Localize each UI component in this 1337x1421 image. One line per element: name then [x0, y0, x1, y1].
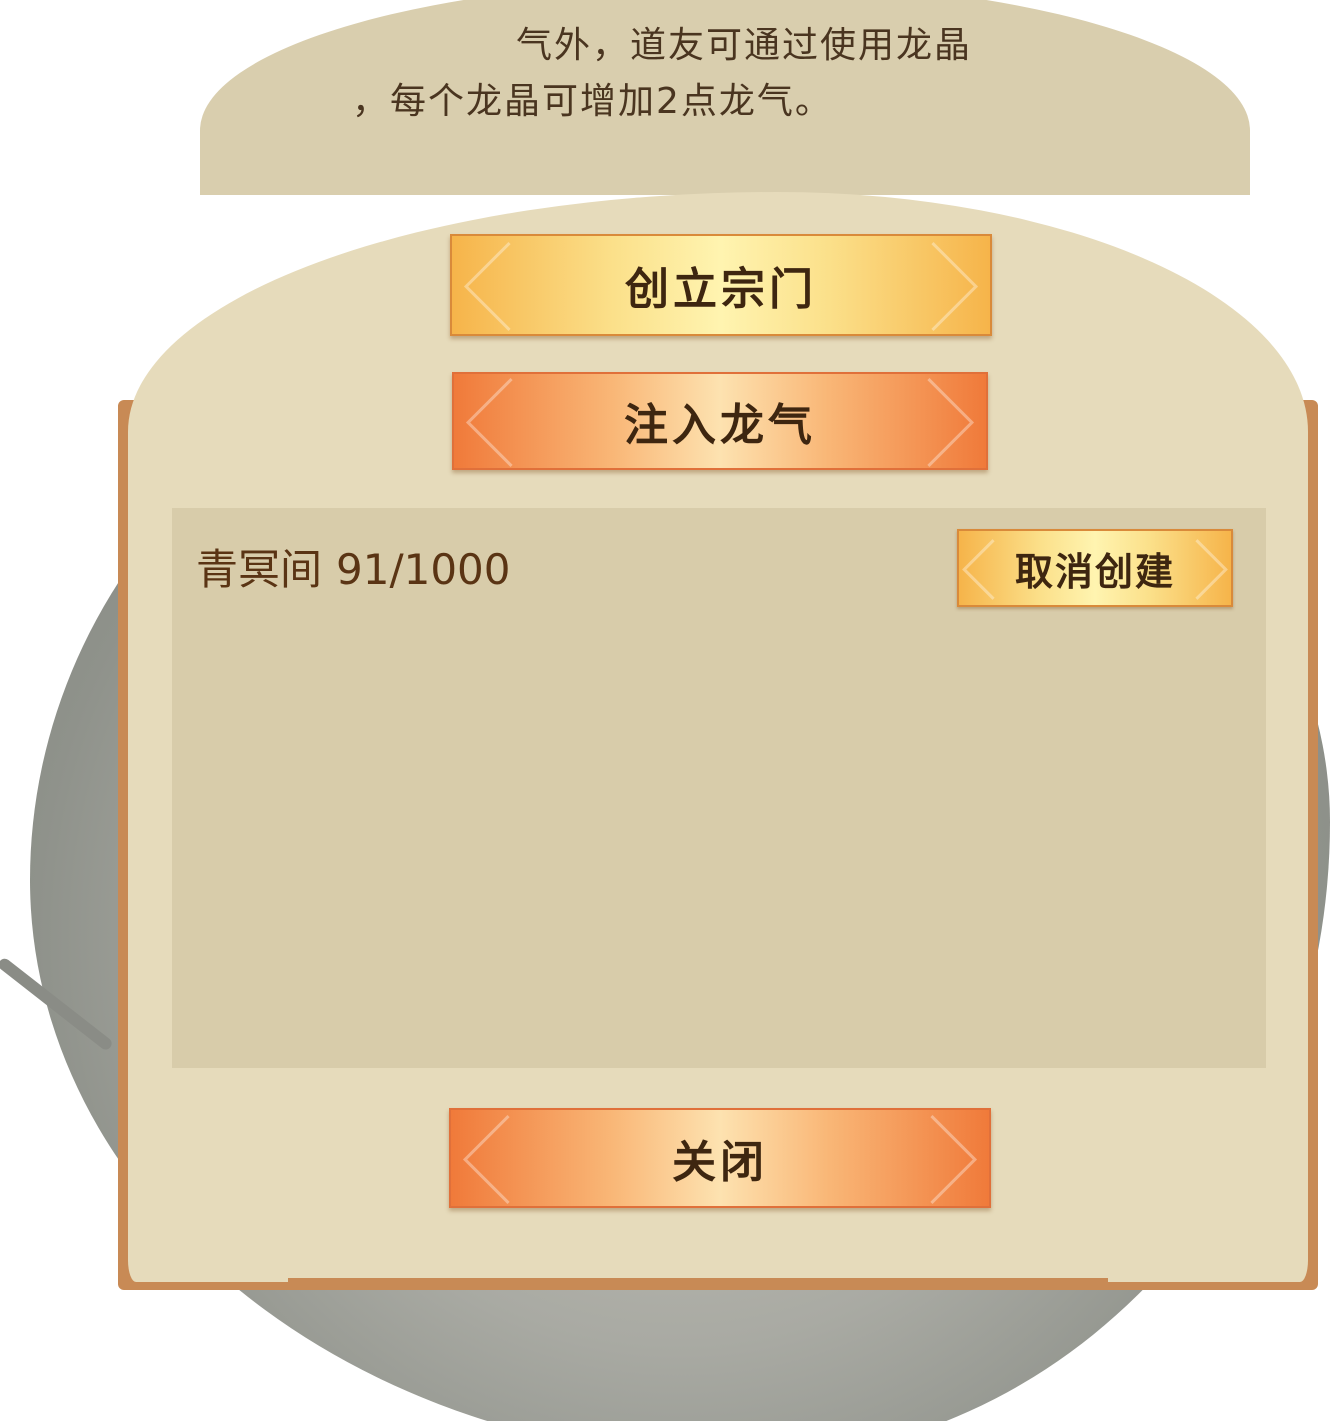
sect-list: 青冥间 91/1000 取消创建 — [172, 508, 1266, 1068]
sect-progress: 91/1000 — [336, 545, 511, 594]
inject-dragon-qi-label: 注入龙气 — [624, 400, 816, 451]
sect-name: 青冥间 — [196, 545, 323, 594]
info-text-line1: 气外，道友可通过使用龙晶 — [516, 25, 973, 66]
cancel-create-label: 取消创建 — [1014, 549, 1175, 594]
chevron-left-decoration — [962, 539, 1023, 600]
list-item: 青冥间 91/1000 取消创建 — [172, 508, 1266, 618]
sect-entry: 青冥间 91/1000 — [196, 536, 511, 597]
cancel-create-button[interactable]: 取消创建 — [957, 529, 1233, 607]
info-text: 气外，道友可通过使用龙晶 ，每个龙晶可增加2点龙气。 — [320, 18, 1020, 130]
chevron-right-decoration — [1167, 539, 1228, 600]
chevron-left-decoration — [463, 241, 554, 332]
create-sect-label: 创立宗门 — [625, 264, 817, 315]
chevron-left-decoration — [462, 1114, 553, 1205]
close-button[interactable]: 关闭 — [449, 1108, 991, 1208]
panel-bottom-border — [288, 1278, 1108, 1286]
info-text-line2: ，每个龙晶可增加2点龙气。 — [352, 81, 833, 122]
create-sect-button[interactable]: 创立宗门 — [450, 234, 992, 336]
chevron-right-decoration — [884, 377, 975, 468]
chevron-left-decoration — [465, 377, 556, 468]
chevron-right-decoration — [888, 241, 979, 332]
close-label: 关闭 — [672, 1137, 768, 1188]
game-screen: 气外，道友可通过使用龙晶 ，每个龙晶可增加2点龙气。 创立宗门 注入龙气 青冥间… — [0, 0, 1337, 1421]
inject-dragon-qi-button[interactable]: 注入龙气 — [452, 372, 988, 470]
chevron-right-decoration — [887, 1114, 978, 1205]
